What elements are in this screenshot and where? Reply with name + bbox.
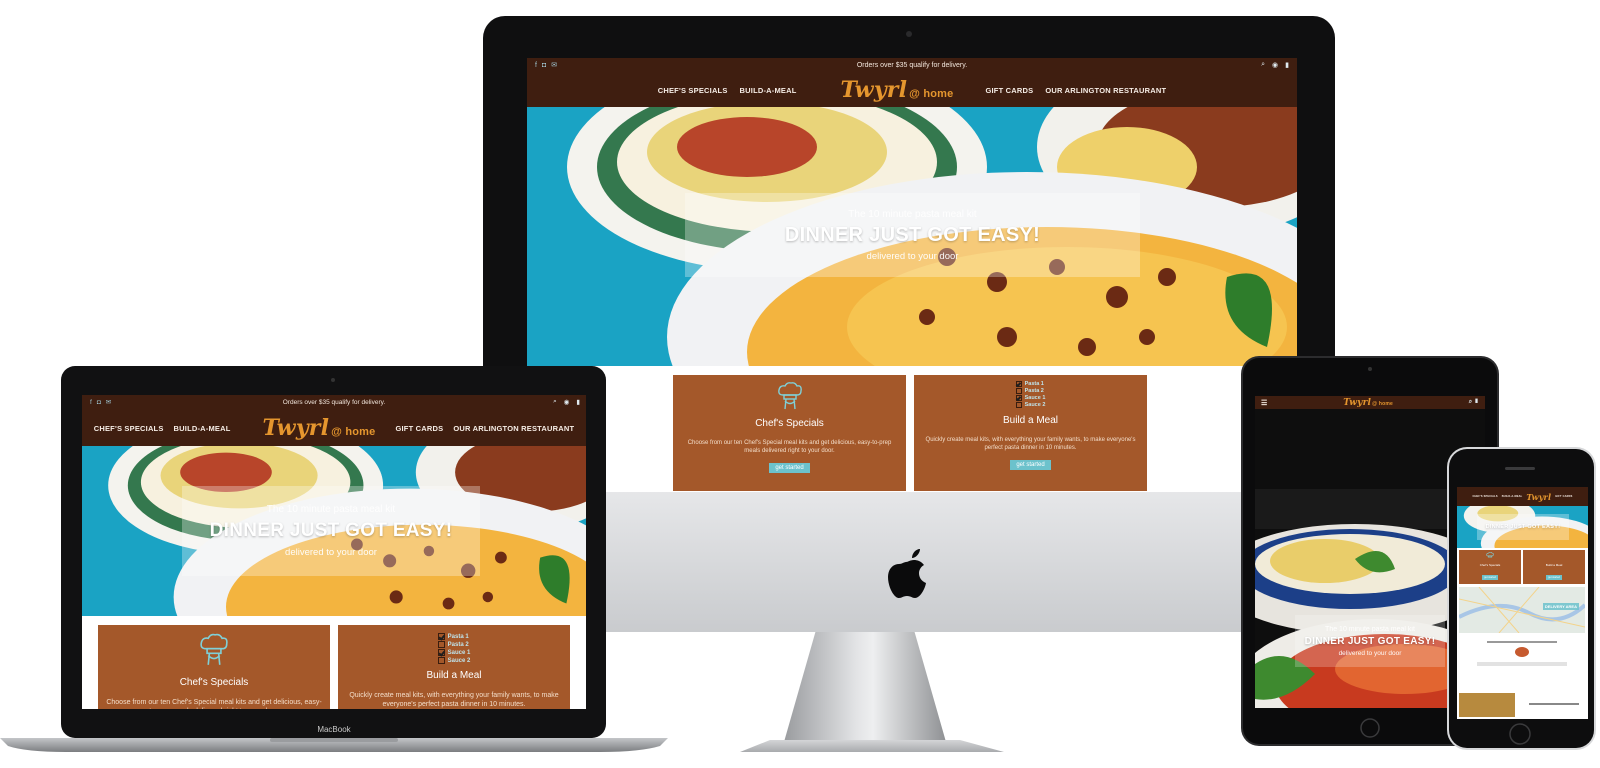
iphone-body [1447,447,1596,750]
iphone-screen: CHEF'S SPECIALS BUILD-A-MEAL Twyrl GIFT … [1457,487,1588,719]
card-title: Build a Meal [1545,563,1563,567]
hero-banner: DINNER JUST GOT EASY! [1457,506,1588,548]
nav-gift-cards[interactable]: GIFT CARDS [1555,495,1572,498]
get-started-button[interactable]: get started [1546,575,1562,580]
hero-overlay: DINNER JUST GOT EASY! [1477,514,1569,540]
chef-hat-icon [1486,552,1494,558]
map-image [1459,587,1585,633]
hero-headline: DINNER JUST GOT EASY! [1485,524,1561,530]
nav-chefs-specials[interactable]: CHEF'S SPECIALS [1472,495,1497,498]
delivery-area-label: DELIVERY AREA [1542,603,1579,610]
card-title: Chef's Specials [1479,563,1501,567]
nav-build-a-meal[interactable]: BUILD-A-MEAL [1502,495,1523,498]
twyrl-logo[interactable]: Twyrl [1526,492,1551,502]
card-build-a-meal: Build a Meal get started [1523,550,1585,584]
main-nav: CHEF'S SPECIALS BUILD-A-MEAL Twyrl GIFT … [1457,487,1588,506]
page-content-preview [1459,637,1585,717]
get-started-button[interactable]: get started [1482,575,1498,580]
device-mockup-composition: Orders over $35 qualify for delivery. f … [0,0,1600,768]
delivery-map[interactable]: DELIVERY AREA [1459,587,1585,633]
card-chefs-specials: Chef's Specials get started [1459,550,1521,584]
